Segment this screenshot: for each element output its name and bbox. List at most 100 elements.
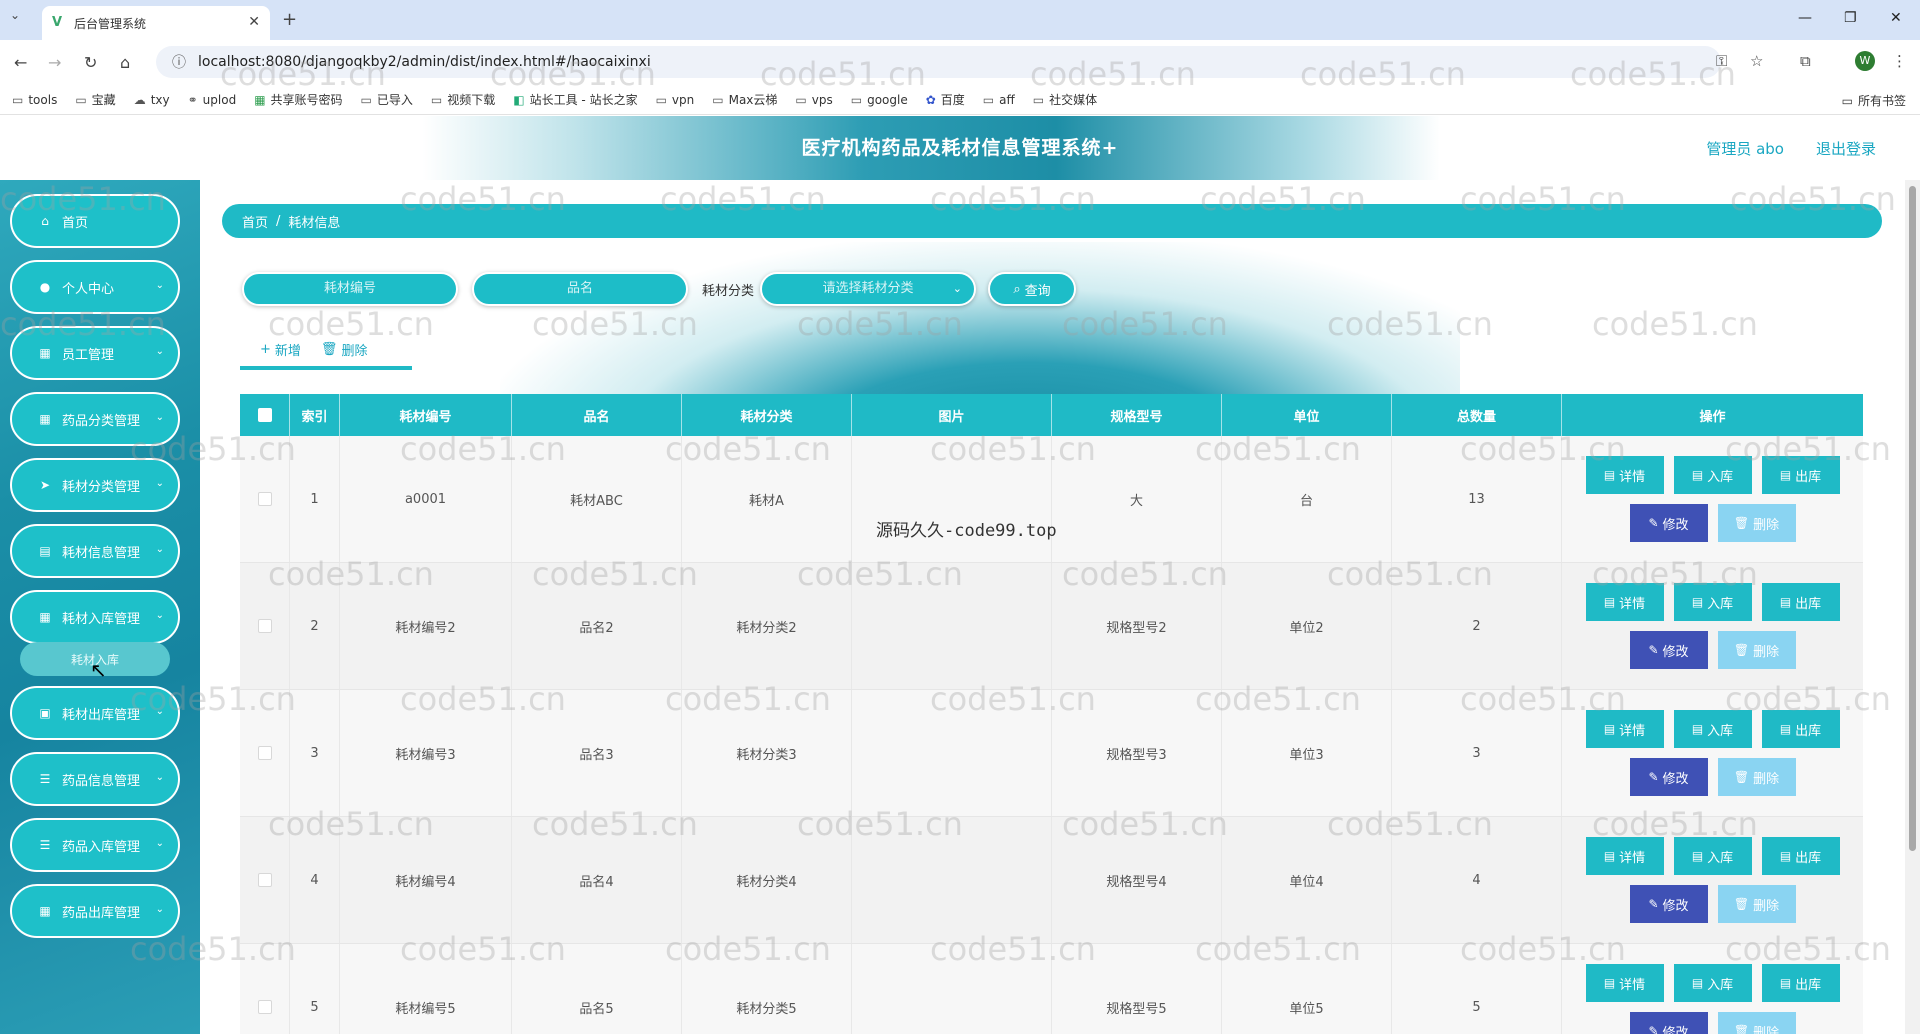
bookmark-item[interactable]: ✿ 百度 [926, 91, 965, 108]
url-field[interactable]: ⓘ localhost:8080/djangoqkby2/admin/dist/… [156, 46, 1721, 78]
site-info-icon[interactable]: ⓘ [172, 52, 186, 72]
close-window-icon[interactable]: ✕ [1890, 10, 1902, 26]
sidebar-item-material-category[interactable]: ➤ 耗材分类管理 ⌄ [10, 458, 180, 512]
home-nav-icon[interactable]: ⌂ [120, 53, 130, 72]
scrollbar-thumb[interactable] [1909, 186, 1916, 851]
detail-button[interactable]: ▤ 详情 [1585, 583, 1664, 621]
row-select-cell [240, 690, 290, 816]
edit-button[interactable]: ✎ 修改 [1629, 885, 1708, 923]
browser-tab[interactable]: V 后台管理系统 ✕ [42, 6, 270, 40]
stock-in-button[interactable]: ▤ 入库 [1673, 837, 1752, 875]
table-row: 5 耗材编号5 品名5 耗材分类5 规格型号5 单位5 5 ▤ 详情 ▤ 入库 ▤ 出库 … [240, 944, 1863, 1034]
close-tab-icon[interactable]: ✕ [248, 14, 260, 30]
category-select[interactable]: 请选择耗材分类 ⌄ [760, 272, 977, 306]
stock-out-button[interactable]: ▤ 出库 [1761, 710, 1840, 748]
stock-in-button[interactable]: ▤ 入库 [1673, 583, 1752, 621]
new-tab-icon[interactable]: + [282, 9, 297, 30]
sidebar-item-material-in[interactable]: ▦ 耗材入库管理 ⌄ [10, 590, 180, 644]
reload-icon[interactable]: ↻ [84, 53, 97, 72]
minimize-icon[interactable]: — [1798, 10, 1812, 26]
tab-list-icon[interactable]: ⌄ [10, 8, 30, 30]
sidebar-item-drug-category[interactable]: ▦ 药品分类管理 ⌄ [10, 392, 180, 446]
sidebar-item-material-info[interactable]: ▤ 耗材信息管理 ⌄ [10, 524, 180, 578]
chevron-down-icon: ⌄ [155, 904, 164, 915]
stock-in-button[interactable]: ▤ 入库 [1673, 710, 1752, 748]
document-icon: ▤ [1779, 468, 1792, 482]
all-bookmarks[interactable]: ▭ 所有书签 [1842, 92, 1906, 109]
sidebar-item-drug-info[interactable]: ☰ 药品信息管理 ⌄ [10, 752, 180, 806]
name-input[interactable]: 品名 [472, 272, 688, 306]
material-code-input[interactable]: 耗材编号 [242, 272, 458, 306]
bookmark-item[interactable]: ☁ txy [134, 93, 170, 107]
bookmark-item[interactable]: ▭ google [851, 93, 908, 107]
bookmark-item[interactable]: ▭ vpn [656, 93, 695, 107]
bookmark-item[interactable]: ▭ 宝藏 [75, 91, 115, 108]
trash-icon: 🗑 [1733, 897, 1750, 911]
sidebar-item-drug-in[interactable]: ☰ 药品入库管理 ⌄ [10, 818, 180, 872]
breadcrumb-home[interactable]: 首页 [242, 212, 268, 231]
cell-index: 1 [290, 436, 340, 562]
cell-code: 耗材编号5 [340, 944, 512, 1034]
delete-button[interactable]: 🗑 删除 [1717, 504, 1796, 542]
stock-out-button[interactable]: ▤ 出库 [1761, 964, 1840, 1002]
page-scrollbar[interactable] [1905, 180, 1920, 1034]
bulk-delete-button[interactable]: 🗑 删除 [321, 340, 368, 359]
forward-icon[interactable]: → [48, 53, 61, 72]
row-checkbox[interactable] [257, 746, 272, 760]
stock-out-button[interactable]: ▤ 出库 [1761, 583, 1840, 621]
sidebar-item-material-out[interactable]: ▣ 耗材出库管理 ⌄ [10, 686, 180, 740]
back-icon[interactable]: ← [14, 53, 27, 72]
bookmark-item[interactable]: ◧ 站长工具 - 站长之家 [513, 91, 637, 108]
key-icon[interactable]: ⚿ [1716, 52, 1727, 70]
edit-button[interactable]: ✎ 修改 [1629, 1012, 1708, 1034]
bookmark-item[interactable]: ▭ 视频下载 [431, 91, 495, 108]
select-all-checkbox[interactable] [257, 408, 272, 422]
profile-avatar[interactable]: W [1855, 51, 1875, 71]
stock-in-button[interactable]: ▤ 入库 [1673, 964, 1752, 1002]
sidebar-item-drug-out[interactable]: ▦ 药品出库管理 ⌄ [10, 884, 180, 938]
detail-button[interactable]: ▤ 详情 [1585, 837, 1664, 875]
sidebar-item-profile[interactable]: ● 个人中心 ⌄ [10, 260, 180, 314]
stock-in-button[interactable]: ▤ 入库 [1673, 456, 1752, 494]
bookmark-item[interactable]: ▭ Max云梯 [712, 91, 777, 108]
logout-link[interactable]: 退出登录 [1816, 138, 1876, 159]
row-checkbox[interactable] [257, 619, 272, 633]
pencil-icon: ✎ [1648, 516, 1659, 530]
query-button[interactable]: ⌕ 查询 [988, 272, 1077, 306]
menu-icon[interactable]: ⋮ [1892, 52, 1907, 70]
folder-icon: ▭ [1841, 93, 1853, 108]
bookmark-item[interactable]: ⚭ uplod [188, 93, 237, 107]
row-checkbox[interactable] [257, 492, 272, 506]
stock-out-button[interactable]: ▤ 出库 [1761, 456, 1840, 494]
detail-button[interactable]: ▤ 详情 [1585, 710, 1664, 748]
bookmark-item[interactable]: ▭ aff [983, 93, 1015, 107]
delete-button[interactable]: 🗑 删除 [1717, 631, 1796, 669]
row-checkbox[interactable] [257, 1000, 272, 1014]
sidebar-item-staff[interactable]: ▦ 员工管理 ⌄ [10, 326, 180, 380]
sidebar-item-home[interactable]: ⌂ 首页 [10, 194, 180, 248]
delete-button[interactable]: 🗑 删除 [1717, 758, 1796, 796]
add-button[interactable]: + 新增 [260, 340, 301, 359]
chevron-down-icon: ⌄ [952, 282, 963, 295]
bookmark-item[interactable]: ▭ tools [12, 93, 57, 107]
delete-button[interactable]: 🗑 删除 [1717, 1012, 1796, 1034]
breadcrumb: 首页 / 耗材信息 [222, 204, 1882, 238]
bookmark-item[interactable]: ▭ 已导入 [361, 91, 413, 108]
stock-out-button[interactable]: ▤ 出库 [1761, 837, 1840, 875]
bookmark-item[interactable]: ▭ 社交媒体 [1033, 91, 1097, 108]
folder-icon: ▭ [655, 92, 667, 107]
detail-button[interactable]: ▤ 详情 [1585, 456, 1664, 494]
baidu-icon: ✿ [925, 92, 936, 107]
detail-button[interactable]: ▤ 详情 [1585, 964, 1664, 1002]
delete-button[interactable]: 🗑 删除 [1717, 885, 1796, 923]
edit-button[interactable]: ✎ 修改 [1629, 631, 1708, 669]
edit-button[interactable]: ✎ 修改 [1629, 504, 1708, 542]
document-icon: ▤ [1691, 849, 1704, 863]
edit-button[interactable]: ✎ 修改 [1629, 758, 1708, 796]
extensions-icon[interactable]: ⧉ [1800, 52, 1811, 70]
bookmark-item[interactable]: ▭ vps [795, 93, 832, 107]
star-icon[interactable]: ☆ [1750, 52, 1763, 70]
row-checkbox[interactable] [257, 873, 272, 887]
bookmark-item[interactable]: ▦ 共享账号密码 [254, 91, 342, 108]
restore-icon[interactable]: ❐ [1844, 10, 1857, 26]
